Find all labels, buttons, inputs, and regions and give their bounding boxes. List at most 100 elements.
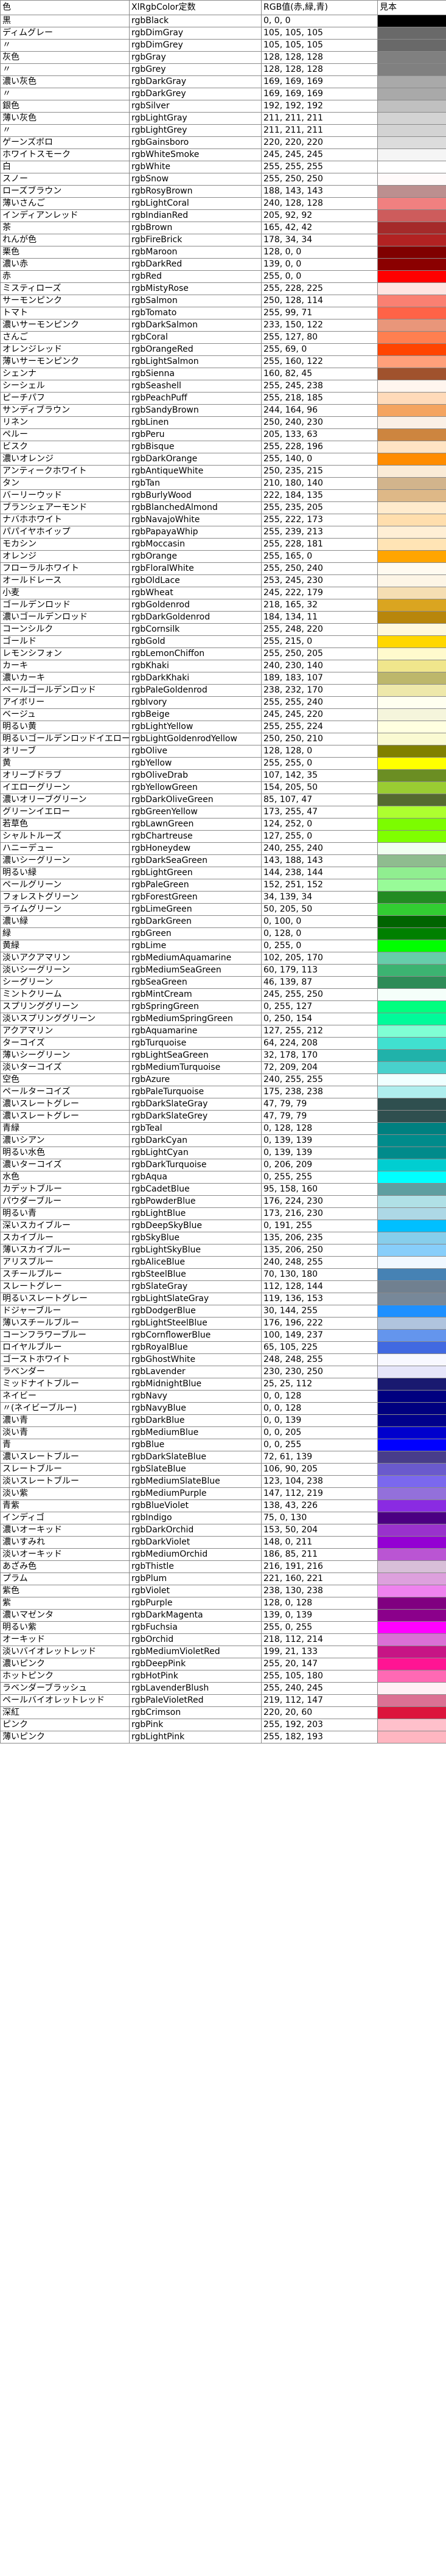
color-swatch: [377, 1719, 446, 1731]
rgb-value-cell: 128, 128, 128: [261, 51, 378, 64]
color-swatch: [377, 1317, 446, 1330]
constant-cell: rgbBeige: [129, 708, 262, 721]
color-swatch: [377, 1256, 446, 1269]
table-row: ゴールド rgbGold 255, 215, 0: [0, 635, 446, 648]
rgb-value-cell: 0, 128, 0: [261, 927, 378, 940]
table-row: ブランシェアーモンド rgbBlanchedAlmond 255, 235, 205: [0, 501, 446, 514]
rgb-value-cell: 255, 245, 238: [261, 380, 378, 393]
constant-cell: rgbSkyBlue: [129, 1232, 262, 1244]
constant-cell: rgbMoccasin: [129, 538, 262, 551]
color-swatch: [377, 635, 446, 648]
rgb-value-cell: 255, 140, 0: [261, 453, 378, 466]
constant-cell: rgbGreenYellow: [129, 806, 262, 819]
constant-cell: rgbSteelBlue: [129, 1268, 262, 1281]
rgb-value-cell: 211, 211, 211: [261, 124, 378, 137]
color-swatch: [377, 1609, 446, 1622]
color-name-cell: ピンク: [0, 1719, 130, 1731]
color-name-cell: 赤: [0, 270, 130, 283]
table-row: 濃い灰色 rgbDarkGray 169, 169, 169: [0, 75, 446, 88]
color-swatch: [377, 1524, 446, 1537]
table-row: ペールターコイズ rgbPaleTurquoise 175, 238, 238: [0, 1086, 446, 1098]
color-swatch: [377, 988, 446, 1001]
rgb-value-cell: 178, 34, 34: [261, 234, 378, 246]
color-swatch: [377, 781, 446, 794]
rgb-value-cell: 255, 160, 122: [261, 355, 378, 368]
constant-cell: rgbDarkViolet: [129, 1536, 262, 1549]
rgb-value-cell: 188, 143, 143: [261, 185, 378, 198]
table-row: スカイブルー rgbSkyBlue 135, 206, 235: [0, 1232, 446, 1244]
color-name-cell: 〃: [0, 63, 130, 76]
constant-cell: rgbChartreuse: [129, 830, 262, 843]
constant-cell: rgbCrimson: [129, 1706, 262, 1719]
constant-cell: rgbLavender: [129, 1366, 262, 1378]
color-name-cell: インディゴ: [0, 1512, 130, 1524]
color-name-cell: ラベンダー: [0, 1366, 130, 1378]
table-row: パウダーブルー rgbPowderBlue 176, 224, 230: [0, 1195, 446, 1208]
color-name-cell: ホットピンク: [0, 1670, 130, 1683]
table-row: フォレストグリーン rgbForestGreen 34, 139, 34: [0, 891, 446, 904]
constant-cell: rgbDimGrey: [129, 39, 262, 52]
table-row: トマト rgbTomato 255, 99, 71: [0, 307, 446, 319]
color-swatch: [377, 562, 446, 575]
constant-cell: rgbGhostWhite: [129, 1353, 262, 1366]
table-row: 〃 rgbGrey 128, 128, 128: [0, 63, 446, 76]
color-swatch: [377, 708, 446, 721]
color-swatch: [377, 1073, 446, 1086]
constant-cell: rgbPink: [129, 1719, 262, 1731]
table-row: 濃いスレートブルー rgbDarkSlateBlue 72, 61, 139: [0, 1451, 446, 1464]
constant-cell: rgbLightGrey: [129, 124, 262, 137]
rgb-value-cell: 135, 206, 250: [261, 1244, 378, 1257]
color-swatch: [377, 1147, 446, 1159]
constant-cell: rgbKhaki: [129, 660, 262, 672]
color-swatch: [377, 1597, 446, 1610]
color-name-cell: 濃い緑: [0, 915, 130, 928]
color-name-cell: ディムグレー: [0, 27, 130, 40]
rgb-value-cell: 255, 127, 80: [261, 331, 378, 344]
color-name-cell: ゲーンズボロ: [0, 136, 130, 149]
color-name-cell: 〃(ネイビーブルー): [0, 1402, 130, 1415]
constant-cell: rgbAntiqueWhite: [129, 465, 262, 478]
table-row: 紫色 rgbViolet 238, 130, 238: [0, 1585, 446, 1597]
color-name-cell: 黄緑: [0, 940, 130, 952]
constant-cell: rgbGrey: [129, 63, 262, 76]
constant-cell: rgbRoyalBlue: [129, 1341, 262, 1354]
constant-cell: rgbWheat: [129, 587, 262, 599]
color-swatch: [377, 222, 446, 234]
color-name-cell: 濃い青: [0, 1414, 130, 1427]
color-swatch: [377, 1207, 446, 1220]
rgb-value-cell: 210, 180, 140: [261, 477, 378, 490]
color-name-cell: 濃いオレンジ: [0, 453, 130, 466]
table-row: 薄いサーモンピンク rgbLightSalmon 255, 160, 122: [0, 355, 446, 368]
table-row: スチールブルー rgbSteelBlue 70, 130, 180: [0, 1268, 446, 1281]
color-name-cell: オーキッド: [0, 1633, 130, 1646]
table-row: ディムグレー rgbDimGray 105, 105, 105: [0, 27, 446, 40]
table-row: 薄いピンク rgbLightPink 255, 182, 193: [0, 1731, 446, 1744]
color-name-cell: 青: [0, 1439, 130, 1451]
color-swatch: [377, 355, 446, 368]
rgb-value-cell: 106, 90, 205: [261, 1463, 378, 1476]
color-name-cell: 深紅: [0, 1706, 130, 1719]
color-swatch: [377, 1159, 446, 1171]
rgb-value-cell: 230, 230, 250: [261, 1366, 378, 1378]
rgb-value-cell: 0, 250, 154: [261, 1013, 378, 1025]
constant-cell: rgbPaleGoldenrod: [129, 684, 262, 697]
constant-cell: rgbDodgerBlue: [129, 1305, 262, 1318]
color-swatch: [377, 161, 446, 173]
color-swatch: [377, 647, 446, 660]
color-swatch: [377, 1548, 446, 1561]
color-swatch: [377, 794, 446, 806]
constant-cell: rgbLightSteelBlue: [129, 1317, 262, 1330]
color-name-cell: 薄いピンク: [0, 1731, 130, 1744]
rgb-value-cell: 60, 179, 113: [261, 964, 378, 977]
color-name-cell: 紫: [0, 1597, 130, 1610]
color-name-cell: 淡いスレートブルー: [0, 1475, 130, 1488]
rgb-value-cell: 128, 128, 0: [261, 745, 378, 758]
color-swatch: [377, 416, 446, 429]
table-row: サンディブラウン rgbSandyBrown 244, 164, 96: [0, 404, 446, 417]
table-row: ピンク rgbPink 255, 192, 203: [0, 1719, 446, 1731]
constant-cell: rgbBurlyWood: [129, 489, 262, 502]
constant-cell: rgbWhiteSmoke: [129, 148, 262, 161]
table-row: ペールゴールデンロッド rgbPaleGoldenrod 238, 232, 170: [0, 684, 446, 697]
color-swatch: [377, 453, 446, 466]
constant-cell: rgbPaleVioletRed: [129, 1694, 262, 1707]
